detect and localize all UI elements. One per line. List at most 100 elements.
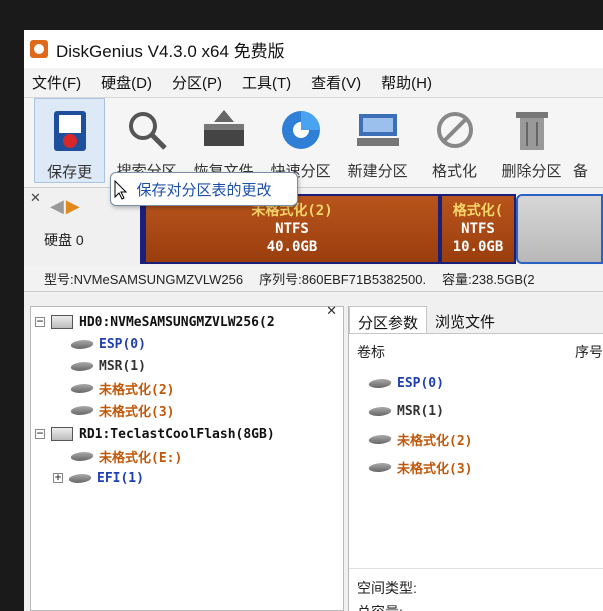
new-partition-label: 新建分区 <box>347 163 408 180</box>
space-type-label: 空间类型: <box>357 580 417 596</box>
list-item[interactable]: MSR(1) <box>366 400 444 422</box>
new-partition-button[interactable]: 新建分区 <box>342 98 413 181</box>
partition-icon <box>68 405 96 415</box>
partition-icon <box>366 462 394 472</box>
tree-item-unformatted-3[interactable]: 未格式化(3) <box>68 399 175 421</box>
backup-icon <box>573 106 603 154</box>
tree-item-esp[interactable]: ESP(0) <box>68 333 146 355</box>
recover-icon <box>200 106 248 154</box>
format-icon <box>431 106 479 154</box>
column-header-seq: 序号 <box>575 344 603 360</box>
close-icon[interactable]: ✕ <box>326 303 337 319</box>
tree-item-unformatted-2[interactable]: 未格式化(2) <box>68 377 175 399</box>
save-icon <box>46 107 94 155</box>
list-item-label: 未格式化(2) <box>397 433 473 449</box>
close-icon[interactable]: ✕ <box>30 190 41 206</box>
disk-tree-panel: ✕ − HD0:NVMeSAMSUNGMZVLW256(2 ESP(0) MSR… <box>30 303 344 611</box>
tab-browse-files[interactable]: 浏览文件 <box>427 306 503 333</box>
partition-icon <box>68 339 96 349</box>
disk-model: 型号:NVMeSAMSUNGMZVLW256 <box>44 272 244 287</box>
list-item[interactable]: 未格式化(3) <box>366 456 473 478</box>
partition-fs: NTFS <box>275 221 309 237</box>
prev-disk-icon[interactable]: ◀ <box>50 196 66 216</box>
menu-file[interactable]: 文件(F) <box>32 72 81 93</box>
mouse-cursor-icon <box>114 180 128 200</box>
disk-capacity: 容量:238.5GB(2 <box>442 272 535 287</box>
tree-item-label: HD0:NVMeSAMSUNGMZVLW256(2 <box>79 314 275 330</box>
column-header-label: 卷标 <box>357 344 385 360</box>
partition-icon <box>366 378 394 388</box>
tree-item-label: RD1:TeclastCoolFlash(8GB) <box>79 426 275 442</box>
next-disk-icon[interactable]: ▶ <box>66 196 82 216</box>
backup-button[interactable]: 备 <box>573 98 603 181</box>
tree-item-unformatted-e[interactable]: 未格式化(E:) <box>68 445 183 467</box>
menu-view[interactable]: 查看(V) <box>311 72 361 93</box>
disk-serial: 序列号:860EBF71B5382500. <box>259 272 427 287</box>
partition-name: 格式化( <box>452 203 504 219</box>
menu-help[interactable]: 帮助(H) <box>381 72 432 93</box>
save-changes-tooltip: 保存对分区表的更改 <box>110 172 298 206</box>
partition-icon <box>366 434 394 444</box>
list-item[interactable]: ESP(0) <box>366 372 444 394</box>
app-logo-icon <box>30 40 48 58</box>
backup-label: 备 <box>573 163 589 180</box>
window-title: DiskGenius V4.3.0 x64 免费版 <box>56 41 285 61</box>
recover-files-button[interactable]: 恢复文件 <box>188 98 259 181</box>
save-changes-button[interactable]: 保存更 <box>34 98 106 183</box>
format-label: 格式化 <box>432 163 478 180</box>
free-space-block[interactable] <box>516 194 603 264</box>
menu-disk[interactable]: 硬盘(D) <box>101 72 152 93</box>
title-bar: DiskGenius V4.3.0 x64 免费版 <box>24 30 603 68</box>
search-partition-button[interactable]: 搜索分区 <box>111 98 182 181</box>
tree-item-efi[interactable]: + EFI(1) <box>53 467 144 489</box>
tree-item-label: EFI(1) <box>97 470 144 486</box>
partition-size: 40.0GB <box>266 239 318 255</box>
tree-item-label: 未格式化(3) <box>99 404 175 420</box>
quick-partition-button[interactable]: 快速分区 <box>265 98 336 181</box>
partition-fs: NTFS <box>461 221 495 237</box>
tree-item-label: ESP(0) <box>99 336 146 352</box>
list-item-label: MSR(1) <box>397 403 444 419</box>
collapse-icon[interactable]: − <box>35 317 45 327</box>
total-capacity-label: 总容量: <box>357 602 403 611</box>
tab-partition-params[interactable]: 分区参数 <box>349 306 428 333</box>
partition-icon <box>66 473 94 483</box>
new-partition-icon <box>354 106 402 154</box>
tree-item-label: 未格式化(E:) <box>99 450 183 466</box>
partition-icon <box>68 383 96 393</box>
list-item-label: 未格式化(3) <box>397 461 473 477</box>
format-button[interactable]: 格式化 <box>419 98 490 181</box>
disk-drive-icon <box>51 315 73 329</box>
partition-icon <box>68 361 96 371</box>
diskgenius-window: DiskGenius V4.3.0 x64 免费版 文件(F) 硬盘(D) 分区… <box>24 30 603 611</box>
delete-partition-button[interactable]: 删除分区 <box>496 98 567 181</box>
menu-partition[interactable]: 分区(P) <box>172 72 222 93</box>
tree-item-msr[interactable]: MSR(1) <box>68 355 146 377</box>
delete-icon <box>508 106 556 154</box>
expand-icon[interactable]: + <box>53 473 63 483</box>
partition-icon <box>366 406 394 416</box>
tree-item-hd0[interactable]: − HD0:NVMeSAMSUNGMZVLW256(2 <box>35 311 275 333</box>
quick-partition-icon <box>277 106 325 154</box>
disk-info-bar: 型号:NVMeSAMSUNGMZVLW256 序列号:860EBF71B5382… <box>24 266 603 292</box>
delete-partition-label: 删除分区 <box>501 163 562 180</box>
tree-item-label: 未格式化(2) <box>99 382 175 398</box>
save-changes-label: 保存更 <box>47 164 93 181</box>
partition-size: 10.0GB <box>452 239 504 255</box>
menu-tools[interactable]: 工具(T) <box>242 72 291 93</box>
tab-bar: 分区参数 浏览文件 <box>349 306 603 334</box>
disk-drive-icon <box>51 427 73 441</box>
partition-block[interactable]: 格式化( NTFS 10.0GB <box>440 194 516 264</box>
disk-nav: ◀▶ <box>50 196 82 217</box>
partition-detail-panel: 分区参数 浏览文件 卷标 序号 ESP(0) MSR(1) 未格式化(2) 未格… <box>348 306 603 611</box>
collapse-icon[interactable]: − <box>35 429 45 439</box>
menu-bar: 文件(F) 硬盘(D) 分区(P) 工具(T) 查看(V) 帮助(H) <box>24 68 603 98</box>
tree-item-label: MSR(1) <box>99 358 146 374</box>
divider <box>349 568 603 569</box>
search-icon <box>123 106 171 154</box>
tree-item-rd1[interactable]: − RD1:TeclastCoolFlash(8GB) <box>35 423 275 445</box>
list-item[interactable]: 未格式化(2) <box>366 428 473 450</box>
disk-label: 硬盘 0 <box>44 232 84 248</box>
partition-icon <box>68 451 96 461</box>
list-item-label: ESP(0) <box>397 375 444 391</box>
